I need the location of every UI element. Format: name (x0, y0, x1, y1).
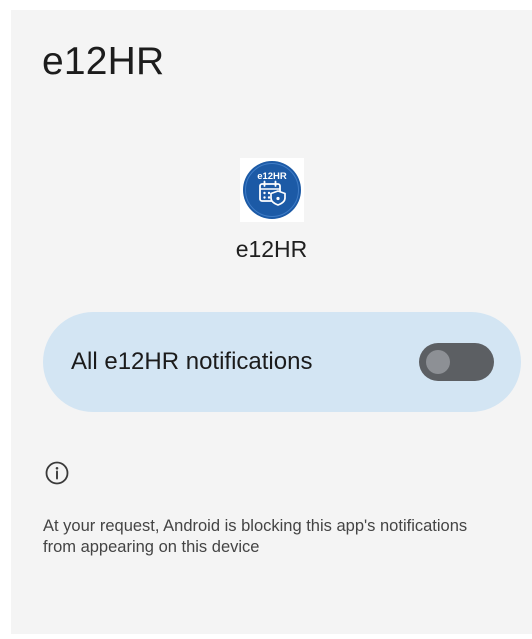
page-title: e12HR (42, 40, 165, 83)
blocked-notifications-info-text: At your request, Android is blocking thi… (43, 517, 468, 556)
all-notifications-switch[interactable] (419, 343, 494, 381)
switch-thumb (426, 350, 450, 374)
app-icon: e12HR (239, 158, 304, 222)
app-name: e12HR (235, 236, 308, 262)
all-notifications-label: All e12HR notifications (71, 348, 313, 375)
e12hr-app-icon: e12HR (242, 161, 301, 219)
app-notification-settings-screen: e12HR e12HR e12HR All e12HR notification… (11, 10, 532, 634)
all-notifications-toggle-row[interactable]: All e12HR notifications (43, 312, 521, 412)
info-icon (45, 461, 69, 485)
app-icon-text: e12HR (257, 171, 287, 182)
app-header: e12HR e12HR (11, 158, 532, 263)
